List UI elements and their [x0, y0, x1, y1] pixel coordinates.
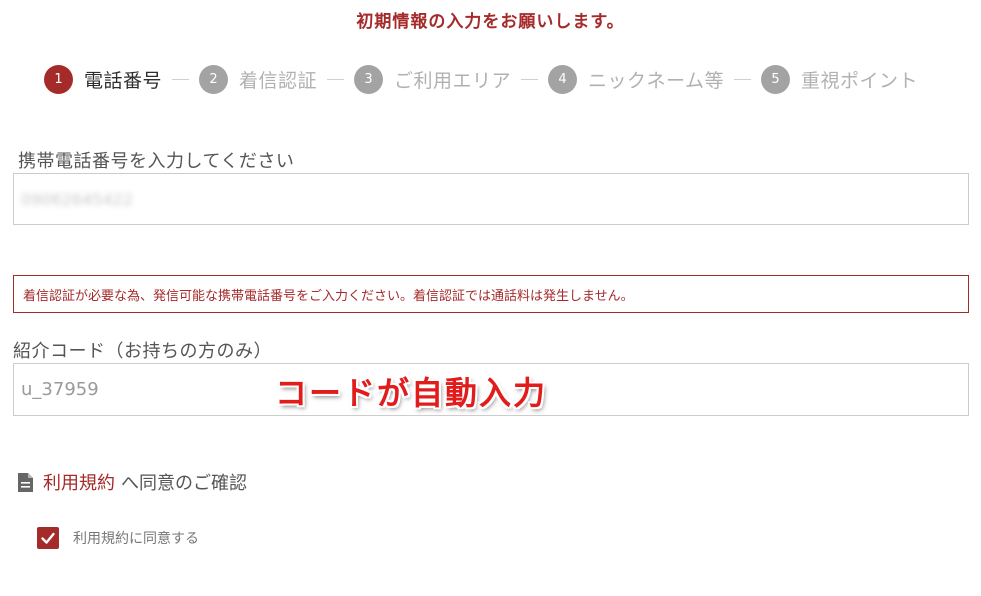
- referral-field-label: 紹介コード（お持ちの方のみ）: [13, 341, 272, 362]
- phone-input[interactable]: 09062645422: [13, 173, 969, 225]
- step-number: 4: [548, 64, 578, 94]
- document-icon: [17, 472, 34, 493]
- step-number: 2: [199, 64, 229, 94]
- agree-terms-row: 利用規約に同意する: [37, 527, 199, 549]
- step-separator: [172, 78, 190, 80]
- step-label: 重視ポイント: [800, 69, 918, 92]
- terms-heading-text: へ同意のご確認: [121, 473, 247, 494]
- terms-heading: 利用規約 へ同意のご確認: [17, 469, 247, 495]
- checkmark-icon: [41, 532, 55, 544]
- referral-code-value: u_37959: [21, 379, 99, 400]
- step-number: 1: [44, 64, 73, 94]
- step-label: 着信認証: [239, 69, 318, 92]
- step-label: ご利用エリア: [394, 69, 512, 92]
- phone-input-value: 09062645422: [21, 189, 133, 209]
- step-separator: [521, 78, 539, 80]
- step-area: 3 ご利用エリア: [354, 64, 512, 94]
- phone-field-label: 携帯電話番号を入力してください: [18, 151, 295, 172]
- step-phone-number: 1 電話番号: [44, 64, 163, 94]
- step-number: 5: [760, 64, 790, 94]
- agree-terms-checkbox[interactable]: [37, 527, 59, 549]
- step-priority-points: 5 重視ポイント: [760, 64, 918, 94]
- page-title: 初期情報の入力をお願いします。: [356, 12, 625, 32]
- verification-notice: 着信認証が必要な為、発信可能な携帯電話番号をご入力ください。着信認証では通話料は…: [13, 275, 969, 313]
- step-nickname: 4 ニックネーム等: [548, 64, 724, 94]
- auto-fill-annotation: コードが自動入力: [275, 374, 548, 412]
- agree-terms-label[interactable]: 利用規約に同意する: [73, 528, 199, 548]
- terms-of-use-link[interactable]: 利用規約: [43, 469, 115, 495]
- progress-stepper: 1 電話番号 2 着信認証 3 ご利用エリア 4 ニックネーム等 5 重視ポイン…: [44, 64, 918, 94]
- step-label: ニックネーム等: [588, 69, 724, 92]
- step-number: 3: [354, 64, 384, 94]
- step-separator: [327, 78, 345, 80]
- step-separator: [733, 78, 751, 80]
- verification-notice-text: 着信認証が必要な為、発信可能な携帯電話番号をご入力ください。着信認証では通話料は…: [23, 288, 634, 304]
- step-label: 電話番号: [84, 69, 163, 92]
- step-call-verification: 2 着信認証: [199, 64, 318, 94]
